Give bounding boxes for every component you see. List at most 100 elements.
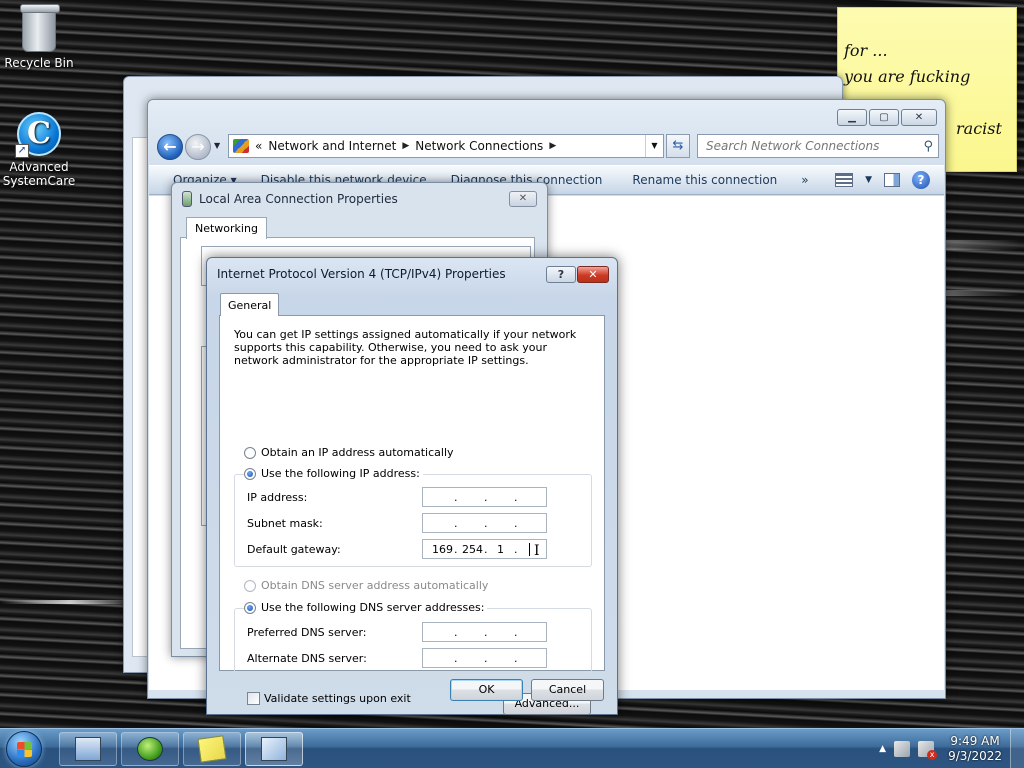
search-input[interactable]: Search Network Connections ⚲ bbox=[697, 134, 939, 158]
breadcrumb-arrow-icon[interactable]: ▶ bbox=[402, 141, 409, 151]
help-button[interactable]: ? bbox=[546, 266, 576, 283]
ip-dot: . bbox=[514, 517, 518, 530]
volume-muted-icon[interactable] bbox=[918, 741, 938, 760]
view-controls: ▼ ? bbox=[835, 171, 944, 189]
show-desktop-button[interactable] bbox=[1010, 729, 1024, 768]
validate-settings-checkbox[interactable]: Validate settings upon exit bbox=[247, 692, 411, 705]
radio-button-selected[interactable] bbox=[244, 601, 256, 614]
more-commands-button[interactable]: » bbox=[789, 173, 820, 187]
ipv4-properties-dialog[interactable]: Internet Protocol Version 4 (TCP/IPv4) P… bbox=[206, 257, 618, 715]
start-button[interactable] bbox=[6, 731, 42, 767]
subnet-mask-label: Subnet mask: bbox=[247, 517, 323, 530]
ip-dot: . bbox=[454, 543, 458, 556]
default-gateway-input[interactable]: 169 . 254 . 1 . I bbox=[422, 539, 547, 559]
shortcut-arrow-icon: ↗ bbox=[15, 144, 29, 158]
recent-pages-dropdown[interactable]: ▼ bbox=[214, 141, 220, 150]
taskbar-button-media-center[interactable] bbox=[121, 732, 179, 766]
radio-obtain-dns-auto[interactable]: Obtain DNS server address automatically bbox=[244, 579, 492, 592]
ip-dot: . bbox=[484, 543, 488, 556]
radio-use-following-ip[interactable]: Use the following IP address: bbox=[244, 467, 423, 480]
breadcrumb-network-connections[interactable]: Network Connections bbox=[415, 139, 543, 153]
maximize-button[interactable]: ▢ bbox=[869, 109, 899, 126]
radio-obtain-ip-auto[interactable]: Obtain an IP address automatically bbox=[244, 446, 457, 459]
system-tray: ▲ 9:49 AM 9/3/2022 bbox=[879, 729, 1024, 768]
clock[interactable]: 9:49 AM 9/3/2022 bbox=[948, 734, 1002, 764]
ip-dot: . bbox=[484, 491, 488, 504]
ip-dot: . bbox=[454, 517, 458, 530]
default-gateway-label: Default gateway: bbox=[247, 543, 341, 556]
taskbar: ▲ 9:49 AM 9/3/2022 bbox=[0, 728, 1024, 768]
ip-dot: . bbox=[514, 543, 518, 556]
sticky-note-line: you are fucking bbox=[844, 67, 971, 86]
change-view-icon[interactable] bbox=[835, 173, 854, 187]
desktop-icon-label: Recycle Bin bbox=[4, 56, 74, 70]
ip-dot: . bbox=[514, 491, 518, 504]
ip-dot: . bbox=[454, 652, 458, 665]
caption-buttons: ▁ ▢ ✕ bbox=[837, 109, 937, 126]
network-tray-icon[interactable] bbox=[894, 741, 911, 757]
desktop-icon-advanced-systemcare[interactable]: C ↗ Advanced SystemCare bbox=[1, 112, 77, 188]
ip-address-label: IP address: bbox=[247, 491, 308, 504]
dialog-title-text: Local Area Connection Properties bbox=[199, 192, 398, 206]
close-button[interactable]: ✕ bbox=[901, 109, 937, 126]
minimize-button[interactable]: ▁ bbox=[837, 109, 867, 126]
forward-button[interactable]: → bbox=[185, 134, 211, 160]
rename-button[interactable]: Rename this connection bbox=[614, 173, 789, 187]
recycle-bin-icon bbox=[20, 4, 60, 52]
network-adapter-icon bbox=[182, 191, 192, 207]
dialog-title: Local Area Connection Properties bbox=[182, 191, 398, 207]
general-panel: You can get IP settings assigned automat… bbox=[219, 315, 605, 715]
address-bar[interactable]: « Network and Internet ▶ Network Connect… bbox=[228, 134, 664, 158]
address-dropdown-icon[interactable]: ▼ bbox=[645, 135, 663, 157]
ok-button[interactable]: OK bbox=[450, 679, 523, 701]
computer-icon bbox=[75, 737, 101, 761]
ibeam-pointer-icon: I bbox=[534, 543, 540, 559]
breadcrumb-overflow[interactable]: « bbox=[255, 139, 262, 153]
taskbar-button-explorer[interactable] bbox=[59, 732, 117, 766]
view-dropdown-icon[interactable]: ▼ bbox=[865, 175, 872, 185]
close-button[interactable]: ✕ bbox=[577, 266, 609, 283]
ip-octet: 254 bbox=[462, 543, 483, 556]
search-placeholder: Search Network Connections bbox=[706, 139, 880, 153]
ip-octet: 1 bbox=[497, 543, 504, 556]
breadcrumb-arrow-icon[interactable]: ▶ bbox=[549, 141, 556, 151]
show-hidden-icons-icon[interactable]: ▲ bbox=[879, 744, 886, 754]
ip-dot: . bbox=[454, 491, 458, 504]
control-panel-icon bbox=[261, 737, 287, 761]
tab-general[interactable]: General bbox=[220, 293, 280, 316]
desktop-icon-recycle-bin[interactable]: Recycle Bin bbox=[1, 4, 77, 70]
breadcrumb-network-and-internet[interactable]: Network and Internet bbox=[268, 139, 396, 153]
cancel-button[interactable]: Cancel bbox=[531, 679, 604, 701]
radio-button[interactable] bbox=[244, 579, 256, 592]
ip-dot: . bbox=[454, 626, 458, 639]
ip-octet: 169 bbox=[432, 543, 453, 556]
description-text: You can get IP settings assigned automat… bbox=[234, 328, 577, 367]
tab-networking[interactable]: Networking bbox=[186, 217, 267, 239]
radio-use-following-dns[interactable]: Use the following DNS server addresses: bbox=[244, 601, 488, 614]
ip-dot: . bbox=[514, 626, 518, 639]
preferred-dns-input[interactable]: . . . bbox=[422, 622, 547, 642]
media-center-icon bbox=[137, 737, 163, 761]
dialog-title: Internet Protocol Version 4 (TCP/IPv4) P… bbox=[217, 267, 506, 281]
search-icon[interactable]: ⚲ bbox=[923, 139, 933, 154]
radio-button-selected[interactable] bbox=[244, 467, 256, 480]
taskbar-button-sticky-notes[interactable] bbox=[183, 732, 241, 766]
refresh-button[interactable]: ⇆ bbox=[666, 134, 690, 158]
radio-label: Obtain DNS server address automatically bbox=[261, 579, 489, 592]
back-button[interactable]: ← bbox=[157, 134, 183, 160]
ip-dot: . bbox=[484, 517, 488, 530]
radio-label: Use the following IP address: bbox=[261, 467, 420, 480]
alternate-dns-input[interactable]: . . . bbox=[422, 648, 547, 668]
wallpaper-streak bbox=[0, 600, 140, 604]
preview-pane-icon[interactable] bbox=[884, 173, 900, 187]
checkbox[interactable] bbox=[247, 692, 260, 705]
subnet-mask-input[interactable]: . . . bbox=[422, 513, 547, 533]
checkbox-label: Validate settings upon exit bbox=[264, 692, 411, 705]
help-icon[interactable]: ? bbox=[912, 171, 930, 189]
ip-address-input[interactable]: . . . bbox=[422, 487, 547, 507]
radio-button[interactable] bbox=[244, 446, 256, 459]
taskbar-button-control-panel[interactable] bbox=[245, 732, 303, 766]
clock-date: 9/3/2022 bbox=[948, 749, 1002, 763]
close-button[interactable]: ✕ bbox=[509, 191, 537, 207]
control-panel-icon bbox=[233, 139, 249, 153]
